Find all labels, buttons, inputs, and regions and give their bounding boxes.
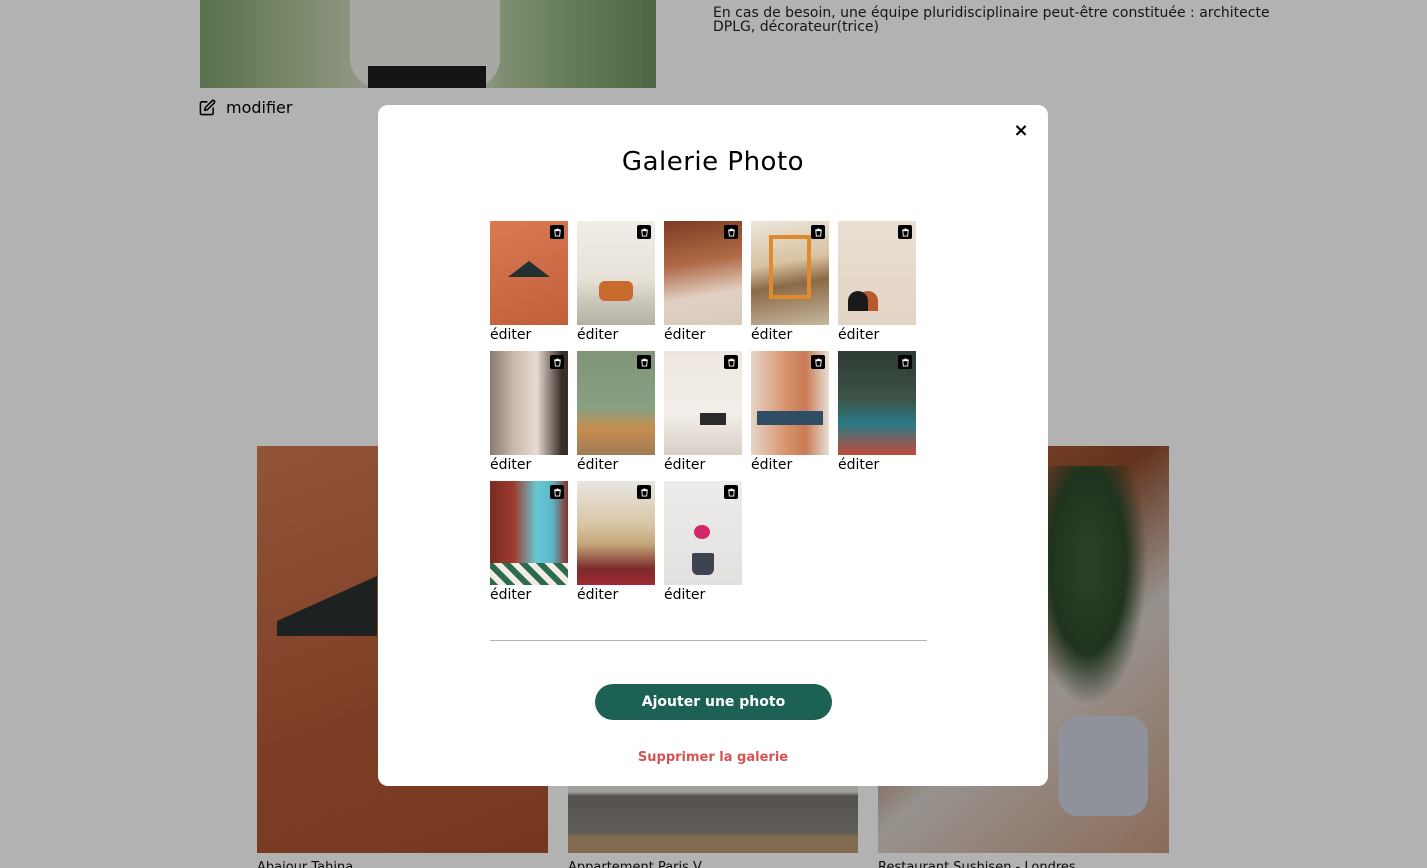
gallery-item: éditer xyxy=(751,351,829,481)
gallery-item: éditer xyxy=(751,221,829,351)
trash-icon[interactable] xyxy=(898,355,912,369)
gallery-modal: × Galerie Photo éditer éditer éditer édi… xyxy=(378,105,1048,786)
gallery-item: éditer xyxy=(577,481,655,611)
gallery-item: éditer xyxy=(490,481,568,611)
trash-icon[interactable] xyxy=(898,225,912,239)
trash-icon[interactable] xyxy=(811,355,825,369)
gallery-item: éditer xyxy=(664,351,742,481)
gallery-thumbnail[interactable] xyxy=(751,221,829,325)
edit-link[interactable]: éditer xyxy=(751,456,829,474)
gallery-thumbnail[interactable] xyxy=(664,221,742,325)
modal-divider xyxy=(490,640,927,641)
gallery-item: éditer xyxy=(577,221,655,351)
gallery-item: éditer xyxy=(664,221,742,351)
gallery-thumbnail[interactable] xyxy=(664,351,742,455)
trash-icon[interactable] xyxy=(637,485,651,499)
gallery-thumbnail[interactable] xyxy=(490,351,568,455)
gallery-thumbnail[interactable] xyxy=(577,481,655,585)
gallery-thumbnail[interactable] xyxy=(490,481,568,585)
edit-link[interactable]: éditer xyxy=(664,326,742,344)
photo-gallery: éditer éditer éditer éditer éditer édite… xyxy=(490,221,930,611)
edit-link[interactable]: éditer xyxy=(664,586,742,604)
trash-icon[interactable] xyxy=(637,225,651,239)
edit-link[interactable]: éditer xyxy=(838,326,916,344)
gallery-item: éditer xyxy=(577,351,655,481)
gallery-item: éditer xyxy=(490,351,568,481)
gallery-thumbnail[interactable] xyxy=(577,351,655,455)
edit-link[interactable]: éditer xyxy=(490,456,568,474)
edit-link[interactable]: éditer xyxy=(664,456,742,474)
gallery-item: éditer xyxy=(664,481,742,611)
trash-icon[interactable] xyxy=(724,225,738,239)
trash-icon[interactable] xyxy=(550,485,564,499)
trash-icon[interactable] xyxy=(637,355,651,369)
trash-icon[interactable] xyxy=(724,355,738,369)
gallery-thumbnail[interactable] xyxy=(838,351,916,455)
edit-link[interactable]: éditer xyxy=(490,326,568,344)
edit-link[interactable]: éditer xyxy=(838,456,916,474)
close-icon[interactable]: × xyxy=(1010,119,1032,141)
gallery-thumbnail[interactable] xyxy=(838,221,916,325)
trash-icon[interactable] xyxy=(811,225,825,239)
edit-link[interactable]: éditer xyxy=(577,586,655,604)
trash-icon[interactable] xyxy=(724,485,738,499)
gallery-thumbnail[interactable] xyxy=(577,221,655,325)
gallery-thumbnail[interactable] xyxy=(751,351,829,455)
trash-icon[interactable] xyxy=(550,355,564,369)
edit-link[interactable]: éditer xyxy=(577,326,655,344)
edit-link[interactable]: éditer xyxy=(751,326,829,344)
edit-link[interactable]: éditer xyxy=(577,456,655,474)
trash-icon[interactable] xyxy=(550,225,564,239)
modal-title: Galerie Photo xyxy=(621,147,805,177)
gallery-thumbnail[interactable] xyxy=(664,481,742,585)
add-photo-button[interactable]: Ajouter une photo xyxy=(595,684,832,720)
edit-link[interactable]: éditer xyxy=(490,586,568,604)
gallery-item: éditer xyxy=(838,221,916,351)
gallery-item: éditer xyxy=(490,221,568,351)
gallery-item: éditer xyxy=(838,351,916,481)
gallery-thumbnail[interactable] xyxy=(490,221,568,325)
delete-gallery-link[interactable]: Supprimer la galerie xyxy=(378,750,1048,765)
